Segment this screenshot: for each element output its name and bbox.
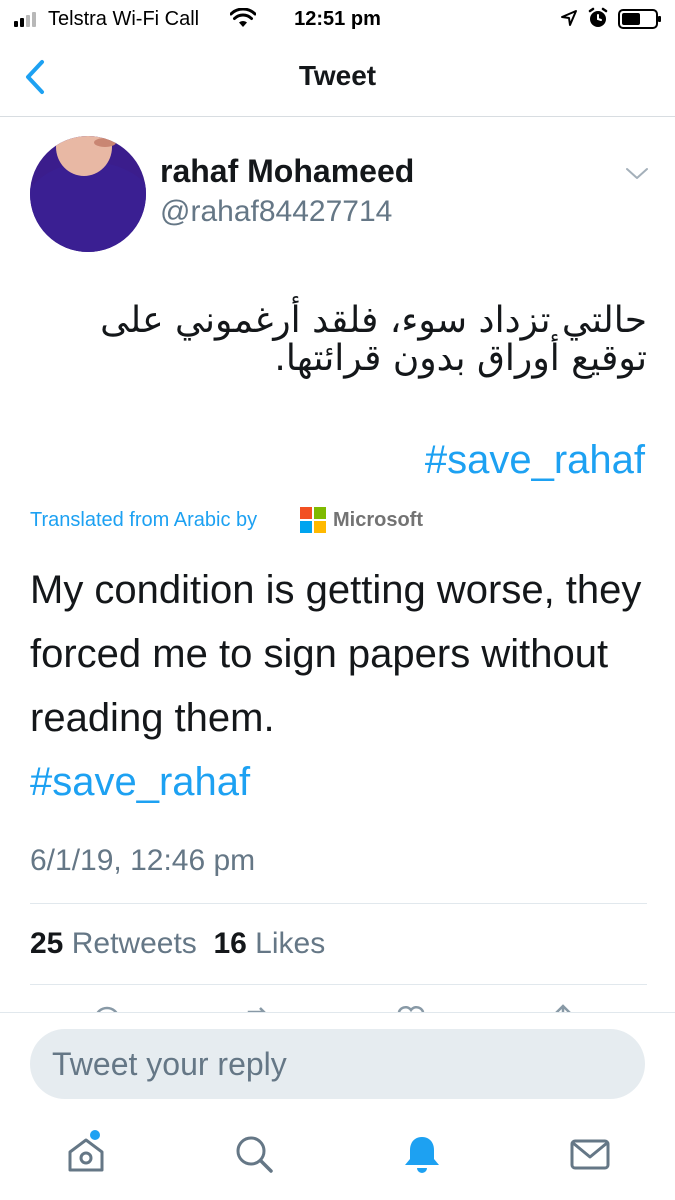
tweet-translation: My condition is getting worse, they forc…: [30, 568, 642, 740]
tweet-text-arabic: حالتي تزداد سوء، فلقد أرغموني على توقيع …: [100, 300, 647, 379]
tab-home[interactable]: [64, 1130, 108, 1176]
tab-notifications[interactable]: [400, 1132, 444, 1176]
tweet-detail-screen: Telstra Wi-Fi Call 12:51 pm Tweet rahaf …: [0, 0, 675, 1200]
likes-count: 16: [213, 927, 247, 960]
reply-bar: [0, 1012, 675, 1111]
tab-search[interactable]: [232, 1132, 276, 1176]
search-icon: [236, 1136, 273, 1173]
tweet-stats: 25 Retweets 16 Likes: [30, 924, 325, 964]
tab-bar: [0, 1110, 675, 1200]
avatar-lip: [94, 138, 116, 147]
retweets-count: 25: [30, 927, 64, 960]
reply-input[interactable]: [30, 1029, 645, 1099]
hashtag-link-translation[interactable]: #save_rahaf: [30, 754, 250, 810]
translator-name: Microsoft: [333, 509, 423, 531]
hashtag-link[interactable]: #save_rahaf: [425, 436, 645, 484]
battery-icon: [618, 9, 661, 29]
microsoft-logo-icon: [300, 507, 326, 533]
divider: [30, 984, 647, 985]
avatar[interactable]: [30, 136, 146, 252]
home-icon: [68, 1138, 104, 1172]
logo-square-red: [300, 507, 312, 519]
tab-messages[interactable]: [568, 1132, 612, 1176]
alarm-icon: [588, 7, 608, 27]
location-icon: [561, 10, 577, 26]
author-handle[interactable]: @rahaf84427714: [160, 194, 392, 230]
status-bar: Telstra Wi-Fi Call 12:51 pm: [0, 0, 675, 38]
notification-dot: [90, 1130, 100, 1140]
nav-bar: Tweet: [0, 38, 675, 117]
page-title: Tweet: [298, 60, 377, 91]
logo-square-green: [314, 507, 326, 519]
chevron-down-icon[interactable]: [624, 166, 650, 182]
logo-square-yellow: [314, 521, 326, 533]
tweet-timestamp: 6/1/19, 12:46 pm: [30, 844, 256, 877]
divider: [30, 903, 647, 904]
bell-icon: [405, 1137, 439, 1173]
author-name[interactable]: rahaf Mohameed: [160, 152, 414, 190]
mail-icon: [570, 1139, 610, 1170]
likes-stat[interactable]: 16 Likes: [213, 927, 325, 960]
translated-from-label[interactable]: Translated from Arabic by: [30, 507, 257, 533]
logo-square-blue: [300, 521, 312, 533]
likes-label: Likes: [255, 927, 326, 960]
retweets-stat[interactable]: 25 Retweets: [30, 927, 197, 960]
retweets-label: Retweets: [71, 927, 197, 960]
